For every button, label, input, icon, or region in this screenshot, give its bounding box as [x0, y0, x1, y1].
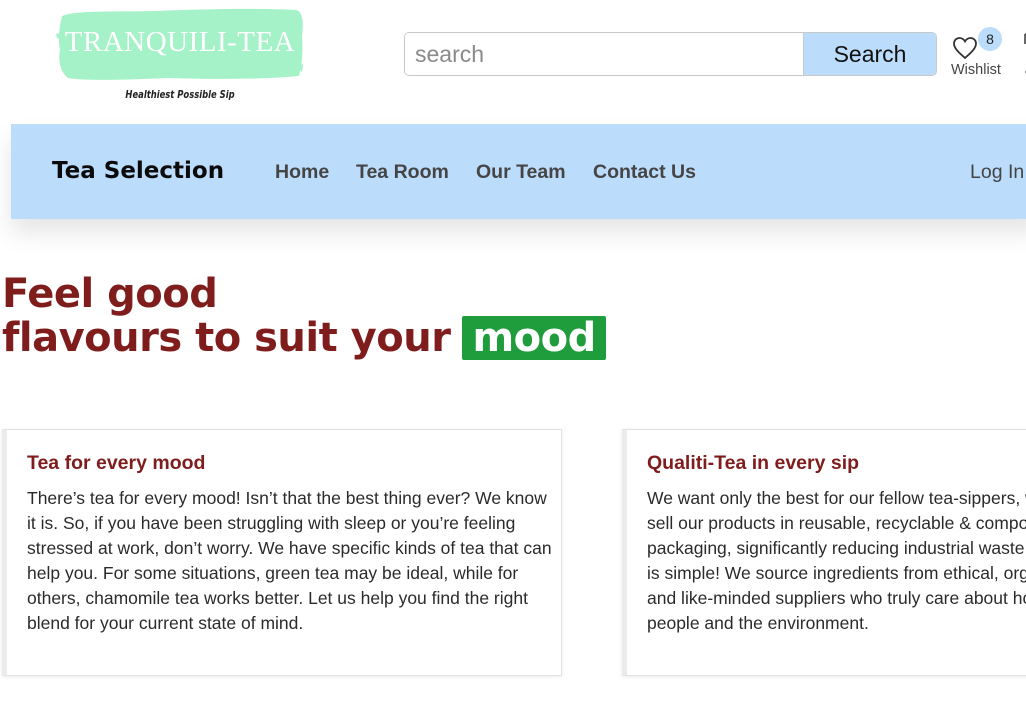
nav-link-our-team[interactable]: Our Team: [476, 161, 566, 184]
nav-brand[interactable]: Tea Selection: [52, 158, 224, 184]
card-title: Tea for every mood: [27, 452, 206, 474]
card-title: Qualiti-Tea in every sip: [647, 452, 860, 474]
heart-icon: [953, 37, 977, 60]
feature-card-quality: Qualiti-Tea in every sip We want only th…: [622, 429, 1026, 676]
search-bar: Search: [404, 32, 937, 76]
hero-line-1: Feel good: [2, 271, 218, 317]
wishlist-count-badge: 8: [978, 27, 1002, 51]
main-navbar: Tea Selection Home Tea Room Our Team Con…: [11, 124, 1026, 219]
card-body-line: people and the environment.: [647, 613, 869, 633]
nav-link-contact-us[interactable]: Contact Us: [593, 161, 696, 184]
search-button[interactable]: Search: [803, 33, 936, 75]
feature-card-mood: Tea for every mood There’s tea for every…: [2, 429, 562, 676]
card-body-line: and like-minded suppliers who truly care…: [647, 588, 1026, 608]
logo-text: TRANQUILI-TEA: [64, 26, 296, 58]
login-link[interactable]: Log In: [970, 161, 1024, 184]
hero-mood-highlight: mood: [462, 316, 606, 360]
card-body-line: packaging, significantly reducing indust…: [647, 538, 1025, 558]
search-input[interactable]: [405, 33, 803, 75]
nav-link-home[interactable]: Home: [275, 161, 329, 184]
hero-line-2: flavours to suit your mood: [2, 316, 606, 360]
card-body: There’s tea for every mood! Isn’t that t…: [27, 488, 552, 633]
card-body-line: is simple! We source ingredients from et…: [647, 563, 1026, 583]
card-body-line: sell our products in reusable, recyclabl…: [647, 513, 1026, 533]
page: TRANQUILI-TEA Healthiest Possible Sip Se…: [0, 0, 1026, 712]
hero-heading: Feel good flavours to suit your mood: [2, 272, 606, 360]
cart-icon-partial: [1024, 33, 1026, 74]
wishlist-button[interactable]: 8 Wishlist: [948, 27, 1008, 80]
card-body: We want only the best for our fellow tea…: [647, 486, 1026, 636]
hero-line-2-text: flavours to suit your: [2, 315, 451, 361]
logo-tagline: Healthiest Possible Sip: [125, 88, 235, 101]
nav-link-tea-room[interactable]: Tea Room: [356, 161, 449, 184]
wishlist-label: Wishlist: [951, 62, 1001, 78]
logo[interactable]: TRANQUILI-TEA Healthiest Possible Sip: [56, 4, 304, 104]
card-body-line: We want only the best for our fellow tea…: [647, 488, 1026, 508]
cart-icon[interactable]: [1020, 30, 1026, 80]
